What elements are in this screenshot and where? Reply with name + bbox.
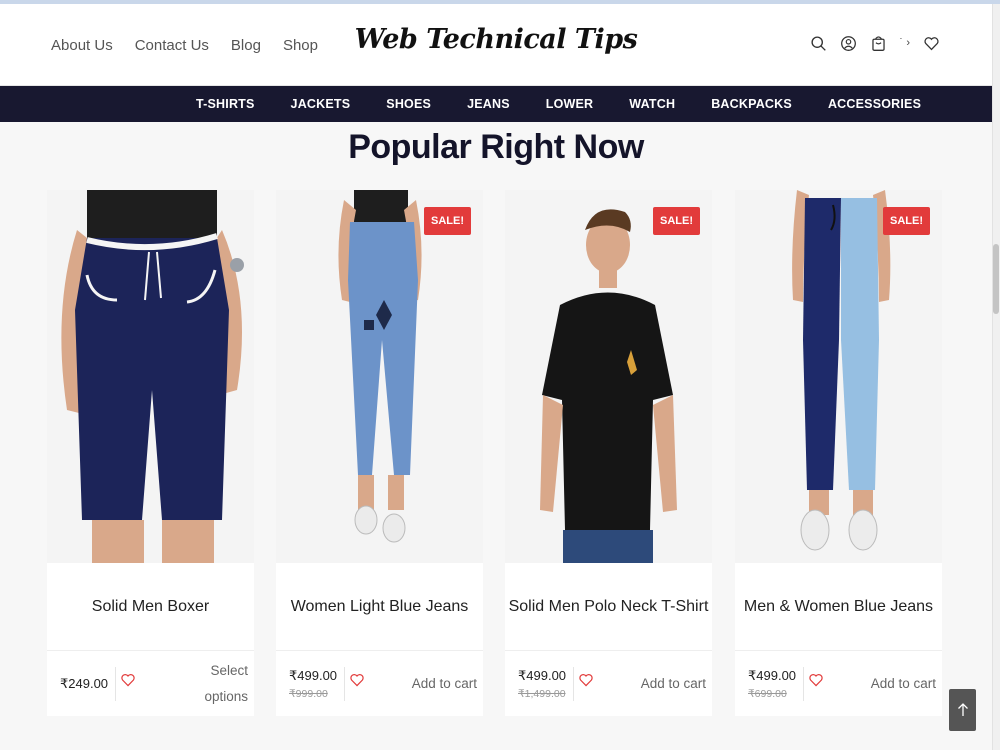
sale-badge: SALE! xyxy=(653,207,700,235)
product-card[interactable]: Solid Men Boxer ₹249.00 Select options xyxy=(47,190,254,716)
price-box: ₹249.00 xyxy=(60,651,115,716)
heart-icon[interactable] xyxy=(349,672,367,690)
account-icon[interactable] xyxy=(840,34,858,52)
original-price: ₹699.00 xyxy=(748,687,787,700)
site-header: About Us Contact Us Blog Shop Web Techni… xyxy=(0,4,992,86)
product-name[interactable]: Men & Women Blue Jeans xyxy=(735,563,942,651)
price-box: ₹499.00 ₹1,499.00 xyxy=(518,651,573,716)
category-jeans[interactable]: JEANS xyxy=(467,97,510,111)
product-name[interactable]: Solid Men Boxer xyxy=(47,563,254,651)
category-list: T-SHIRTS JACKETS SHOES JEANS LOWER WATCH… xyxy=(196,86,921,122)
category-accessories[interactable]: ACCESSORIES xyxy=(828,97,921,111)
price-box: ₹499.00 ₹999.00 xyxy=(289,651,344,716)
divider xyxy=(115,667,116,701)
product-image[interactable] xyxy=(47,190,254,563)
search-icon[interactable] xyxy=(810,34,828,52)
product-footer: ₹499.00 ₹1,499.00 Add to cart xyxy=(505,651,712,716)
product-image[interactable] xyxy=(735,190,942,563)
product-footer: ₹249.00 Select options xyxy=(47,651,254,716)
add-to-cart-button[interactable]: Add to cart xyxy=(836,651,936,716)
cart-icon[interactable] xyxy=(870,34,888,52)
sale-badge: SALE! xyxy=(883,207,930,235)
product-price: ₹499.00 xyxy=(289,667,338,683)
product-name[interactable]: Solid Men Polo Neck T-Shirt xyxy=(505,563,712,651)
original-price: ₹1,499.00 xyxy=(518,687,566,700)
divider xyxy=(573,667,574,701)
header-icons: ˙ › xyxy=(810,34,940,52)
add-to-cart-button[interactable]: Add to cart xyxy=(606,651,706,716)
select-options-button[interactable]: Select options xyxy=(188,651,248,716)
add-to-cart-button[interactable]: Add to cart xyxy=(377,651,477,716)
product-name[interactable]: Women Light Blue Jeans xyxy=(276,563,483,651)
category-lower[interactable]: LOWER xyxy=(546,97,594,111)
category-t-shirts[interactable]: T-SHIRTS xyxy=(196,97,255,111)
product-price: ₹249.00 xyxy=(60,675,109,691)
nav-blog[interactable]: Blog xyxy=(231,37,261,54)
product-grid: Solid Men Boxer ₹249.00 Select options S… xyxy=(47,190,943,716)
compare-icon[interactable]: ˙ › xyxy=(900,37,910,49)
scrollbar-thumb[interactable] xyxy=(993,244,999,314)
heart-icon[interactable] xyxy=(808,672,826,690)
top-nav: About Us Contact Us Blog Shop xyxy=(51,4,318,86)
category-watch[interactable]: WATCH xyxy=(629,97,675,111)
original-price: ₹999.00 xyxy=(289,687,328,700)
product-image[interactable] xyxy=(276,190,483,563)
wishlist-icon[interactable] xyxy=(922,34,940,52)
product-price: ₹499.00 xyxy=(748,667,797,683)
product-card[interactable]: SALE! Men & Women Blue Jeans ₹499.00 ₹69… xyxy=(735,190,942,716)
sale-badge: SALE! xyxy=(424,207,471,235)
section-title: Popular Right Now xyxy=(348,128,644,166)
product-price: ₹499.00 xyxy=(518,667,567,683)
product-card[interactable]: SALE! Solid Men Polo Neck T-Shirt ₹499.0… xyxy=(505,190,712,716)
category-backpacks[interactable]: BACKPACKS xyxy=(711,97,792,111)
product-footer: ₹499.00 ₹999.00 Add to cart xyxy=(276,651,483,716)
nav-shop[interactable]: Shop xyxy=(283,37,318,54)
category-shoes[interactable]: SHOES xyxy=(386,97,431,111)
arrow-up-icon xyxy=(957,703,968,716)
product-footer: ₹499.00 ₹699.00 Add to cart xyxy=(735,651,942,716)
page-scrollbar[interactable] xyxy=(992,4,1000,750)
divider xyxy=(344,667,345,701)
product-card[interactable]: SALE! Women Light Blue Jeans ₹499.00 ₹99… xyxy=(276,190,483,716)
nav-contact-us[interactable]: Contact Us xyxy=(135,37,209,54)
nav-about-us[interactable]: About Us xyxy=(51,37,113,54)
product-image[interactable] xyxy=(505,190,712,563)
category-jackets[interactable]: JACKETS xyxy=(291,97,351,111)
category-bar: T-SHIRTS JACKETS SHOES JEANS LOWER WATCH… xyxy=(0,86,992,122)
price-box: ₹499.00 ₹699.00 xyxy=(748,651,803,716)
back-to-top-button[interactable] xyxy=(949,689,976,731)
divider xyxy=(803,667,804,701)
heart-icon[interactable] xyxy=(578,672,596,690)
heart-icon[interactable] xyxy=(120,672,138,690)
